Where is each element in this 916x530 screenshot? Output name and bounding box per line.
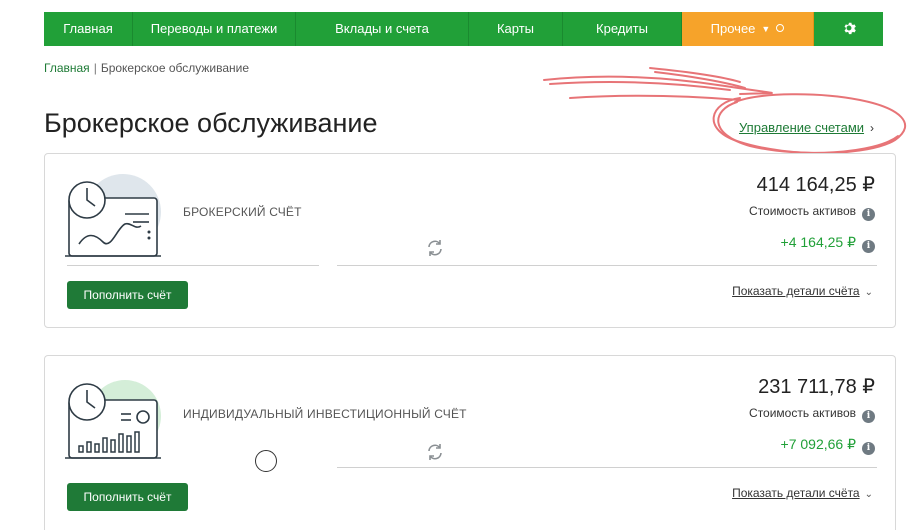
assets-label: Стоимость активов i (749, 406, 875, 423)
gain-value: +4 164,25 ₽ i (781, 234, 875, 253)
show-details-label: Показать детали счёта (732, 284, 860, 298)
nav-item-other[interactable]: Прочее ▼ (682, 12, 814, 46)
chevron-down-icon: ⌄ (864, 287, 873, 298)
account-card-brokerage: БРОКЕРСКИЙ СЧЁТ 414 164,25 ₽ Стоимость а… (44, 153, 896, 328)
account-card-iis: ИНДИВИДУАЛЬНЫЙ ИНВЕСТИЦИОННЫЙ СЧЁТ 231 7… (44, 355, 896, 530)
divider (67, 265, 319, 266)
nav-item-cards[interactable]: Карты (469, 12, 563, 46)
account-amount: 231 711,78 ₽ (758, 376, 875, 398)
brokerage-illustration-icon (65, 174, 161, 257)
account-name: БРОКЕРСКИЙ СЧЁТ (183, 205, 302, 219)
manage-accounts-label: Управление счетами (739, 120, 865, 135)
nav-item-home[interactable]: Главная (44, 12, 133, 46)
nav-item-credits[interactable]: Кредиты (563, 12, 682, 46)
chevron-down-icon: ▼ (761, 24, 771, 34)
topup-button[interactable]: Пополнить счёт (67, 281, 188, 309)
breadcrumb-current: Брокерское обслуживание (100, 61, 250, 75)
account-name: ИНДИВИДУАЛЬНЫЙ ИНВЕСТИЦИОННЫЙ СЧЁТ (183, 407, 467, 421)
breadcrumb-separator: | (93, 61, 97, 75)
nav-item-other-label: Прочее (710, 21, 756, 36)
chevron-down-icon: ⌄ (864, 489, 873, 500)
gain-text: +4 164,25 ₽ (780, 234, 856, 250)
info-icon[interactable]: i (862, 240, 875, 253)
assets-label-text: Стоимость активов (749, 406, 856, 420)
refresh-icon[interactable] (425, 442, 445, 462)
main-nav: Главная Переводы и платежи Вклады и счет… (44, 12, 883, 46)
assets-label: Стоимость активов i (749, 204, 875, 221)
info-icon[interactable]: i (862, 208, 875, 221)
divider (337, 467, 877, 468)
gain-text: +7 092,66 ₽ (780, 436, 856, 452)
page-title: Брокерское обслуживание (44, 108, 378, 138)
breadcrumb: Главная | Брокерское обслуживание (44, 61, 249, 75)
refresh-icon[interactable] (425, 238, 445, 258)
notification-dot-icon (776, 24, 785, 32)
breadcrumb-home-link[interactable]: Главная (44, 61, 90, 75)
info-icon[interactable]: i (862, 410, 875, 423)
topup-button[interactable]: Пополнить счёт (67, 483, 188, 511)
info-icon[interactable]: i (862, 442, 875, 455)
chevron-right-icon: › (870, 121, 875, 135)
settings-button[interactable] (814, 12, 883, 46)
gear-icon (844, 22, 856, 35)
nav-item-deposits[interactable]: Вклады и счета (296, 12, 469, 46)
iis-illustration-icon (65, 380, 161, 459)
assets-label-text: Стоимость активов (749, 204, 856, 218)
red-scribble-annotation (543, 67, 907, 155)
manage-accounts-link[interactable]: Управление счетами › (739, 120, 874, 135)
divider (337, 265, 877, 266)
show-details-link[interactable]: Показать детали счёта ⌄ (732, 284, 873, 298)
cursor-circle-icon (255, 450, 277, 472)
show-details-label: Показать детали счёта (732, 486, 860, 500)
show-details-link[interactable]: Показать детали счёта ⌄ (732, 486, 873, 500)
nav-item-transfers[interactable]: Переводы и платежи (133, 12, 296, 46)
account-amount: 414 164,25 ₽ (756, 174, 875, 196)
gain-value: +7 092,66 ₽ i (781, 436, 875, 455)
